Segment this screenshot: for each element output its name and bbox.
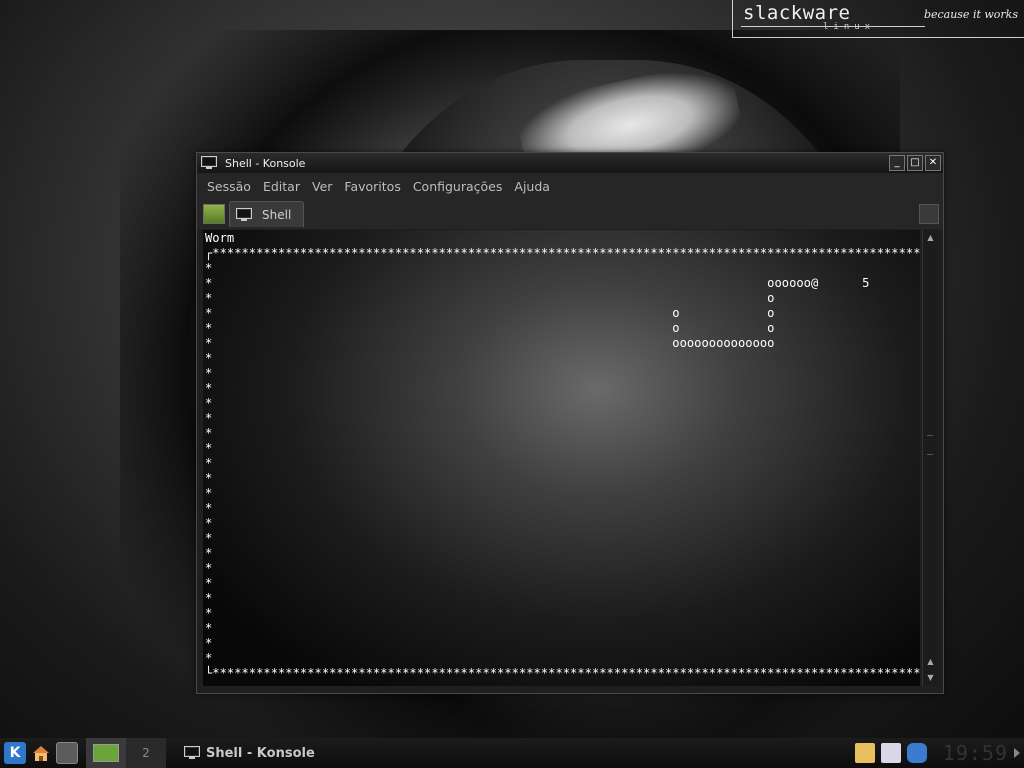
tab-shell[interactable]: Shell [229,201,305,227]
close-tab-icon[interactable] [919,204,939,224]
terminal-area[interactable]: Worm Score: 18 ┌************************… [203,230,920,686]
logo-tagline: because it works [923,8,1018,21]
term-line-3: * oooooo@ 5 * [205,276,920,290]
clock[interactable]: 19:59 [943,741,1008,765]
maximize-button[interactable]: □ [907,155,923,171]
term-line-28: * * [205,651,920,665]
scroll-up-arrow-icon-lower[interactable]: ▲ [924,656,937,668]
term-line-6: * o o * [205,321,920,335]
storage-icon[interactable] [906,743,927,763]
tab-label: Shell [262,207,292,222]
term-line-21: * * [205,546,920,560]
konsole-icon [201,156,217,169]
taskbar: K 2 Shell - Konsole 19:59 [0,738,1024,768]
logo-sub: linux [823,22,876,32]
menubar: Sessão Editar Ver Favoritos Configuraçõe… [197,173,943,199]
pager-desktop-2[interactable]: 2 [126,738,166,768]
menu-ajuda[interactable]: Ajuda [508,179,556,194]
k-menu-icon[interactable]: K [4,742,26,764]
desktop-pager: 2 [86,738,166,768]
term-line-13: * * [205,426,920,440]
task-label: Shell - Konsole [206,745,315,761]
menu-sessao[interactable]: Sessão [201,179,257,194]
logo-name: slackware [743,2,851,24]
term-line-24: * * [205,591,920,605]
term-line-12: * * [205,411,920,425]
term-line-4: * o * [205,291,920,305]
konsole-task-icon [184,746,200,759]
menu-favoritos[interactable]: Favoritos [338,179,406,194]
term-line-1: ┌***************************************… [205,246,920,260]
term-line-26: * * [205,621,920,635]
term-line-8: * * [205,351,920,365]
term-line-15: * * [205,456,920,470]
close-button[interactable]: ✕ [925,155,941,171]
konsole-tab-icon [236,207,252,221]
klipper-icon[interactable] [854,743,875,763]
minimize-button[interactable]: _ [889,155,905,171]
house-icon [33,746,49,761]
taskbar-task-konsole[interactable]: Shell - Konsole [174,738,325,768]
pager-window-thumb [93,744,119,762]
menu-configuracoes[interactable]: Configurações [407,179,509,194]
term-line-16: * * [205,471,920,485]
term-line-0: Worm Score: 18 [205,231,920,245]
term-line-7: * oooooooooooooo * [205,336,920,350]
window-titlebar[interactable]: Shell - Konsole _ □ ✕ [197,153,943,173]
calendar-icon[interactable] [880,743,901,763]
term-line-22: * * [205,561,920,575]
scroll-up-arrow-icon[interactable]: ▲ [924,232,937,244]
menu-editar[interactable]: Editar [257,179,306,194]
term-line-9: * * [205,366,920,380]
home-folder-icon[interactable] [30,742,52,764]
slackware-logo: slackware linux because it works [732,0,1024,38]
term-line-14: * * [205,441,920,455]
term-line-2: * * [205,261,920,275]
new-tab-icon[interactable] [203,204,225,224]
term-line-20: * * [205,531,920,545]
term-line-19: * * [205,516,920,530]
window-title: Shell - Konsole [225,156,306,170]
pager-desktop-1[interactable] [86,738,126,768]
scrollbar-grip[interactable] [927,435,933,455]
tab-bar: Shell [197,199,943,229]
term-line-5: * o o * [205,306,920,320]
pager-desktop-2-label: 2 [142,746,150,760]
konsole-window: Shell - Konsole _ □ ✕ Sessão Editar Ver … [196,152,944,694]
term-line-10: * * [205,381,920,395]
term-line-18: * * [205,501,920,515]
scroll-down-arrow-icon[interactable]: ▼ [924,672,937,684]
tray-expand-arrow-icon[interactable] [1014,748,1020,758]
konsole-launcher-icon[interactable] [56,742,78,764]
term-line-11: * * [205,396,920,410]
terminal-output: Worm Score: 18 ┌************************… [205,231,920,681]
menu-ver[interactable]: Ver [306,179,338,194]
system-tray: 19:59 [854,741,1024,765]
term-line-27: * * [205,636,920,650]
term-line-29: └***************************************… [205,666,920,680]
term-line-25: * * [205,606,920,620]
term-line-17: * * [205,486,920,500]
term-line-23: * * [205,576,920,590]
terminal-scrollbar[interactable]: ▲ ▲ ▼ [922,230,937,686]
